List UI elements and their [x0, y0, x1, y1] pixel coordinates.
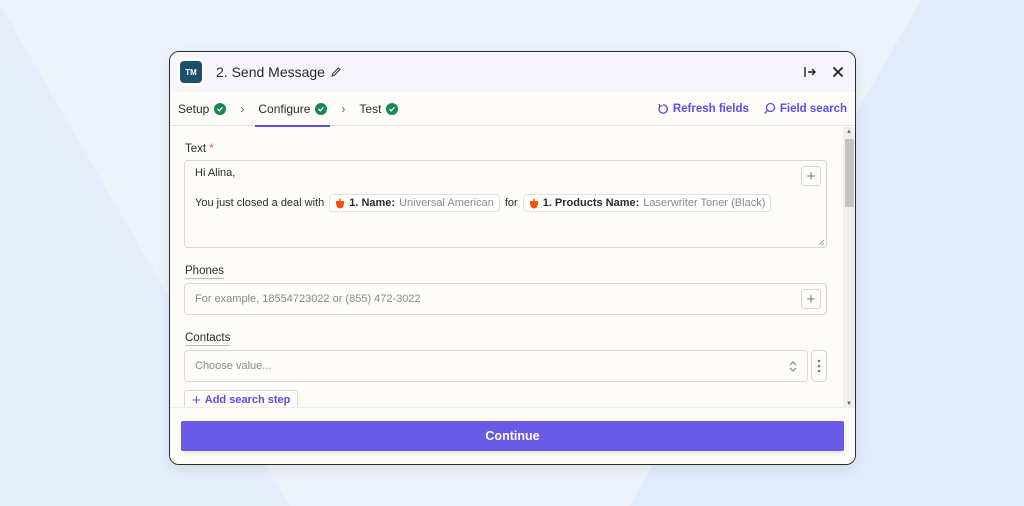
- panel-footer: Continue: [170, 407, 855, 464]
- insert-data-button[interactable]: +: [801, 166, 821, 186]
- contacts-field-label: Contacts: [185, 332, 231, 346]
- label-text: Text: [185, 143, 207, 155]
- chevron-right-icon: ›: [240, 101, 245, 116]
- plus-icon: +: [192, 391, 201, 409]
- panel-header: TM 2. Send Message: [170, 52, 855, 92]
- text-fragment: You just closed a deal with: [195, 197, 325, 209]
- search-icon: [763, 102, 776, 114]
- continue-button[interactable]: Continue: [181, 421, 844, 451]
- field-search-label: Field search: [779, 102, 847, 115]
- tab-test[interactable]: Test: [359, 92, 399, 126]
- app-acorn-icon: [529, 198, 538, 208]
- tab-label: Configure: [258, 101, 311, 116]
- check-circle-icon: [386, 102, 399, 115]
- pencil-icon[interactable]: [330, 66, 342, 78]
- phones-placeholder: For example, 18554723022 or (855) 472-30…: [195, 293, 421, 305]
- mapped-field-pill-product[interactable]: 1. Products Name: Laserwriter Toner (Bla…: [522, 194, 772, 212]
- text-line-deal: You just closed a deal with 1. Name: Uni…: [195, 194, 776, 212]
- pill-key: 1. Products Name:: [542, 197, 640, 209]
- close-icon[interactable]: [831, 65, 845, 79]
- phones-field-label: Phones: [185, 265, 225, 279]
- step-title[interactable]: 2. Send Message: [216, 64, 325, 80]
- plus-icon: +: [806, 167, 816, 185]
- required-marker: *: [209, 143, 214, 155]
- refresh-icon: [658, 103, 668, 114]
- check-circle-icon: [315, 102, 328, 115]
- step-editor-panel: TM 2. Send Message Setup › Configure › T…: [169, 51, 856, 465]
- tab-setup[interactable]: Setup: [178, 92, 227, 126]
- collapse-panel-icon[interactable]: [803, 65, 817, 79]
- contacts-placeholder: Choose value...: [195, 360, 272, 372]
- check-circle-icon: [214, 102, 227, 115]
- text-field-label: Text *: [185, 143, 214, 155]
- form-content: Text * Hi Alina, You just closed a deal w…: [170, 127, 855, 409]
- tab-configure[interactable]: Configure: [255, 92, 331, 127]
- refresh-fields-label: Refresh fields: [672, 102, 749, 115]
- app-acorn-icon: [336, 198, 345, 208]
- more-options-button[interactable]: [811, 350, 827, 382]
- step-tabs: Setup › Configure › Test Refresh fields …: [170, 92, 855, 127]
- pill-key: 1. Name:: [349, 197, 396, 209]
- chevron-right-icon: ›: [341, 101, 346, 116]
- plus-icon: +: [806, 290, 816, 308]
- resize-handle-icon[interactable]: [818, 239, 825, 246]
- pill-value: Laserwriter Toner (Black): [643, 197, 766, 209]
- text-field-input[interactable]: Hi Alina, You just closed a deal with 1.…: [184, 160, 827, 248]
- kebab-menu-icon: [817, 359, 821, 373]
- text-fragment: for: [504, 197, 518, 209]
- insert-data-button[interactable]: +: [801, 289, 821, 309]
- scrollbar-thumb[interactable]: [845, 139, 854, 207]
- mapped-field-pill-name[interactable]: 1. Name: Universal American: [329, 194, 500, 212]
- refresh-fields-button[interactable]: Refresh fields: [657, 103, 749, 115]
- app-logo: TM: [180, 61, 202, 83]
- contacts-select[interactable]: Choose value...: [184, 350, 808, 382]
- phones-input[interactable]: For example, 18554723022 or (855) 472-30…: [184, 283, 827, 315]
- scroll-up-arrow-icon[interactable]: ▲: [846, 129, 852, 135]
- tab-label: Setup: [178, 101, 210, 116]
- text-line-greeting: Hi Alina,: [195, 167, 236, 179]
- select-updown-icon: [789, 361, 797, 372]
- pill-value: Universal American: [399, 197, 494, 209]
- tab-label: Test: [359, 101, 382, 116]
- add-search-step-label: Add search step: [204, 394, 291, 406]
- field-search-button[interactable]: Field search: [763, 102, 847, 115]
- scrollbar[interactable]: ▲ ▼: [843, 127, 855, 409]
